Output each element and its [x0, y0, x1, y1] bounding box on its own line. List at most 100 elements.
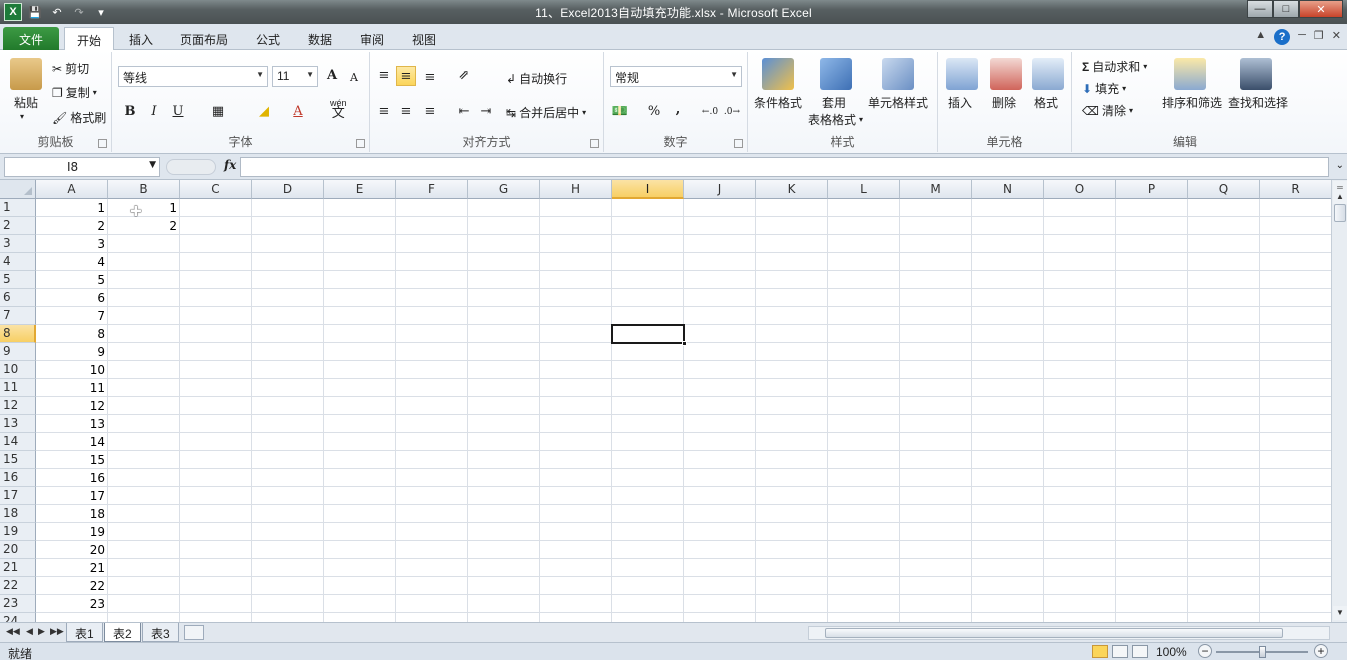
grow-font-button[interactable]: A — [322, 66, 342, 86]
sort-filter-button[interactable]: 排序和筛选 — [1162, 94, 1222, 111]
column-header-d[interactable]: D — [252, 180, 324, 199]
autosum-button[interactable]: Σ 自动求和 ▾ — [1082, 58, 1147, 75]
active-cell-selection[interactable] — [611, 324, 687, 346]
bold-button[interactable]: B — [120, 102, 140, 122]
column-header-i[interactable]: I — [612, 180, 684, 199]
name-box[interactable]: I8 ▼ — [4, 157, 160, 177]
wrap-text-button[interactable]: ↲ 自动换行 — [506, 70, 567, 87]
find-select-button[interactable]: 查找和选择 — [1228, 94, 1288, 111]
align-center-icon[interactable]: ≡ — [396, 102, 416, 122]
column-header-o[interactable]: O — [1044, 180, 1116, 199]
first-sheet-icon[interactable]: ◀◀ — [6, 626, 20, 637]
row-header-6[interactable]: 6 — [0, 289, 36, 307]
row-header-12[interactable]: 12 — [0, 397, 36, 415]
row-header-22[interactable]: 22 — [0, 577, 36, 595]
cell-a10[interactable]: 10 — [36, 361, 108, 379]
increase-indent-icon[interactable]: ⇥ — [476, 102, 496, 122]
sheet-tab-2[interactable]: 表2 — [104, 623, 141, 642]
cell-a22[interactable]: 22 — [36, 577, 108, 595]
orientation-icon[interactable]: ⇗ — [454, 66, 474, 86]
italic-button[interactable]: I — [144, 102, 164, 122]
row-header-18[interactable]: 18 — [0, 505, 36, 523]
column-header-m[interactable]: M — [900, 180, 972, 199]
number-launcher-icon[interactable] — [734, 139, 743, 148]
tab-home[interactable]: 开始 — [64, 27, 114, 50]
row-header-8[interactable]: 8 — [0, 325, 36, 343]
zoom-level[interactable]: 100% — [1156, 645, 1187, 659]
align-top-icon[interactable]: ≡ — [374, 66, 394, 86]
column-header-a[interactable]: A — [36, 180, 108, 199]
insert-sheet-icon[interactable] — [184, 625, 204, 640]
tab-page-layout[interactable]: 页面布局 — [172, 27, 236, 50]
column-header-j[interactable]: J — [684, 180, 756, 199]
comma-button[interactable]: , — [668, 100, 688, 120]
cell-a4[interactable]: 4 — [36, 253, 108, 271]
column-header-c[interactable]: C — [180, 180, 252, 199]
underline-button[interactable]: U — [168, 102, 188, 122]
font-name-combo[interactable]: 等线 ▼ — [118, 66, 268, 87]
cell-styles-button[interactable]: 单元格样式 — [868, 94, 928, 111]
row-header-5[interactable]: 5 — [0, 271, 36, 289]
cell-a7[interactable]: 7 — [36, 307, 108, 325]
tab-data[interactable]: 数据 — [298, 27, 342, 50]
column-header-g[interactable]: G — [468, 180, 540, 199]
column-header-k[interactable]: K — [756, 180, 828, 199]
cell-a2[interactable]: 2 — [36, 217, 108, 235]
next-sheet-icon[interactable]: ▶ — [38, 626, 45, 637]
worksheet-grid[interactable]: A B C D E F G H I J K L M N O P Q R 1 2 3 4 5 6 7 8 9 10 11 12 13 14 15 1… — [0, 180, 1331, 622]
scroll-down-icon[interactable]: ▼ — [1333, 606, 1347, 620]
column-header-p[interactable]: P — [1116, 180, 1188, 199]
row-header-14[interactable]: 14 — [0, 433, 36, 451]
format-as-table-label2[interactable]: 表格格式 ▾ — [808, 111, 863, 128]
doc-restore-icon[interactable]: ❐ — [1314, 29, 1324, 45]
insert-function-button[interactable]: fx — [224, 158, 236, 172]
cell-a18[interactable]: 18 — [36, 505, 108, 523]
row-header-11[interactable]: 11 — [0, 379, 36, 397]
cell-a6[interactable]: 6 — [36, 289, 108, 307]
number-format-combo[interactable]: 常规 ▼ — [610, 66, 742, 87]
maximize-button[interactable]: □ — [1273, 0, 1299, 18]
cell-a16[interactable]: 16 — [36, 469, 108, 487]
paste-button[interactable]: 粘贴 — [14, 94, 38, 111]
format-painter-button[interactable]: 🖌 格式刷 — [52, 109, 106, 126]
column-header-n[interactable]: N — [972, 180, 1044, 199]
column-header-e[interactable]: E — [324, 180, 396, 199]
phonetic-button[interactable]: wén 文 — [330, 98, 347, 119]
cut-button[interactable]: ✂ 剪切 — [52, 60, 89, 77]
column-header-h[interactable]: H — [540, 180, 612, 199]
percent-button[interactable]: % — [644, 102, 664, 122]
row-header-20[interactable]: 20 — [0, 541, 36, 559]
tab-view[interactable]: 视图 — [402, 27, 446, 50]
collapse-ribbon-icon[interactable]: ▲ — [1255, 29, 1266, 45]
row-header-13[interactable]: 13 — [0, 415, 36, 433]
cell-a1[interactable]: 1 — [36, 199, 108, 217]
row-header-10[interactable]: 10 — [0, 361, 36, 379]
row-header-1[interactable]: 1 — [0, 199, 36, 217]
delete-cells-button[interactable]: 删除 — [992, 94, 1016, 111]
cell-a13[interactable]: 13 — [36, 415, 108, 433]
align-bottom-icon[interactable]: ≡ — [420, 68, 440, 88]
tab-file[interactable]: 文件 — [3, 27, 59, 50]
decrease-decimal-icon[interactable]: .0→ — [722, 102, 742, 122]
clear-button[interactable]: ⌫ 清除 ▾ — [1082, 102, 1133, 119]
row-header-9[interactable]: 9 — [0, 343, 36, 361]
cell-a12[interactable]: 12 — [36, 397, 108, 415]
row-header-21[interactable]: 21 — [0, 559, 36, 577]
cell-b1[interactable]: 1 — [108, 199, 180, 217]
expand-formula-icon[interactable]: ⌄ — [1336, 160, 1344, 171]
conditional-format-button[interactable]: 条件格式 — [754, 94, 802, 111]
zoom-in-button[interactable]: + — [1314, 644, 1328, 658]
page-break-view-button[interactable] — [1132, 645, 1148, 658]
normal-view-button[interactable] — [1092, 645, 1108, 658]
select-all-button[interactable] — [0, 180, 36, 199]
cell-b2[interactable]: 2 — [108, 217, 180, 235]
cell-a21[interactable]: 21 — [36, 559, 108, 577]
fill-button[interactable]: ⬇ 填充 ▾ — [1082, 80, 1126, 97]
column-header-q[interactable]: Q — [1188, 180, 1260, 199]
accounting-format-icon[interactable]: 💵 — [610, 102, 630, 122]
alignment-launcher-icon[interactable] — [590, 139, 599, 148]
cell-a8[interactable]: 8 — [36, 325, 108, 343]
font-size-combo[interactable]: 11 ▼ — [272, 66, 318, 87]
insert-cells-button[interactable]: 插入 — [948, 94, 972, 111]
fill-color-icon[interactable]: ◢ — [254, 102, 274, 122]
